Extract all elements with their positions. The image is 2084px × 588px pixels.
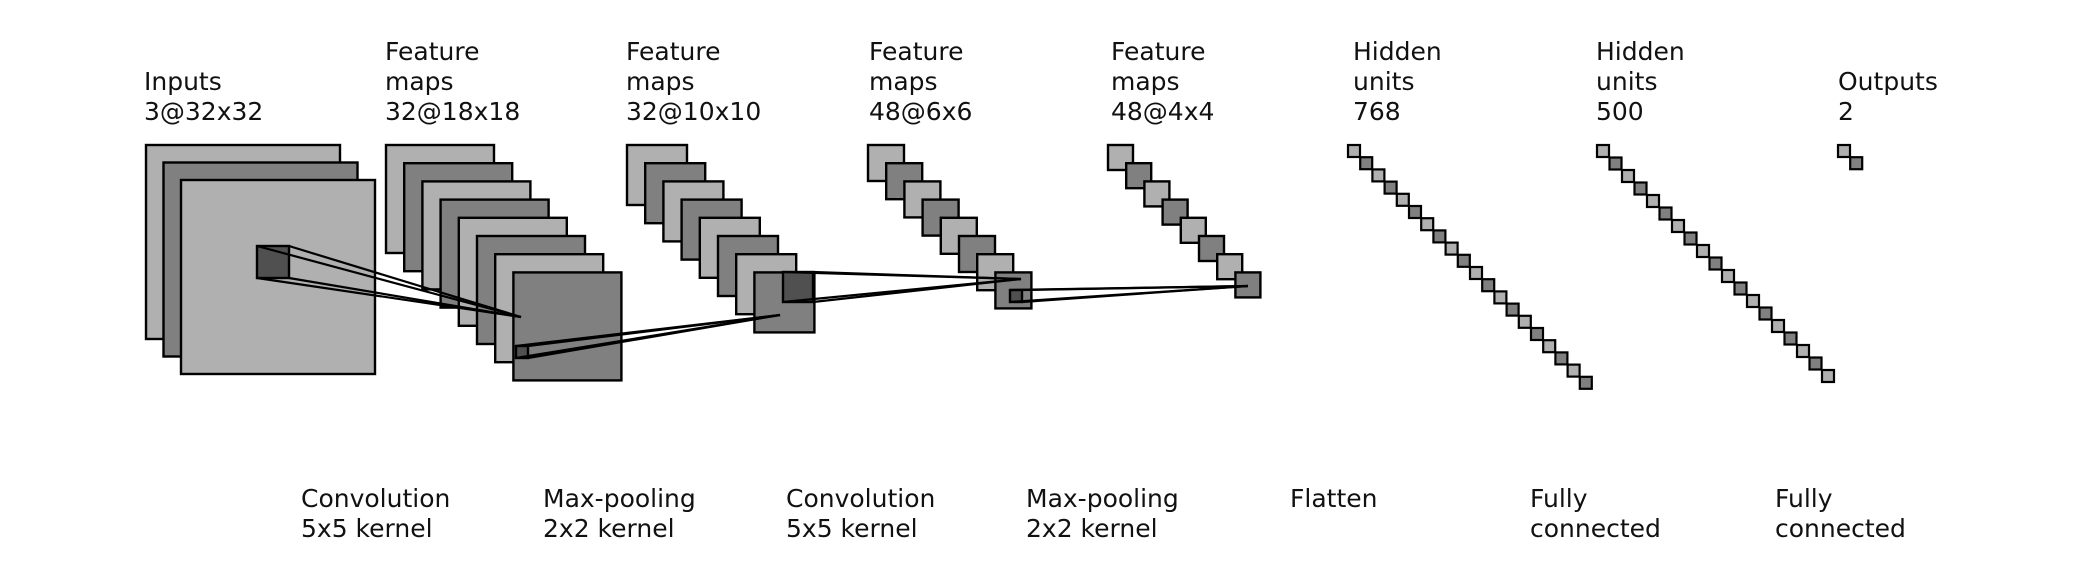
- unit: [1444, 241, 1459, 256]
- layer-label-line: Inputs: [144, 67, 222, 96]
- operation-label-line: connected: [1775, 514, 1906, 543]
- unit: [1633, 181, 1648, 196]
- layer-labels: Inputs3@32x32Featuremaps32@18x18Featurem…: [144, 37, 1938, 126]
- unit: [1481, 278, 1496, 293]
- unit: [1578, 375, 1593, 390]
- unit: [1683, 231, 1698, 246]
- unit: [1733, 281, 1748, 296]
- layer-label-line: Outputs: [1838, 67, 1938, 96]
- unit: [1529, 326, 1545, 342]
- operation-label-line: 2x2 kernel: [1026, 514, 1158, 543]
- unit: [1695, 243, 1711, 259]
- unit: [1468, 265, 1484, 281]
- unit: [1383, 180, 1398, 195]
- layer-label-line: 3@32x32: [144, 97, 263, 126]
- unit: [1505, 302, 1520, 317]
- unit: [1493, 290, 1508, 305]
- layer-feature-maps-2: [625, 143, 816, 334]
- unit: [1720, 268, 1736, 284]
- layer-label-line: units: [1353, 67, 1414, 96]
- unit: [1456, 253, 1471, 268]
- layer-label-line: 500: [1596, 97, 1644, 126]
- unit: [1820, 368, 1836, 384]
- unit: [1566, 363, 1581, 378]
- unit: [1770, 318, 1786, 334]
- operation-label-line: 5x5 kernel: [301, 514, 433, 543]
- layer-outputs: [1836, 143, 1864, 171]
- operation-label-line: 2x2 kernel: [543, 514, 675, 543]
- unit: [1745, 293, 1761, 309]
- unit: [1346, 143, 1362, 159]
- layer-label-line: Feature: [385, 37, 479, 66]
- unit: [1836, 143, 1852, 159]
- layer-feature-maps-3: [866, 143, 1033, 310]
- layer-label-line: Hidden: [1596, 37, 1685, 66]
- layer-label-line: Hidden: [1353, 37, 1442, 66]
- unit: [1645, 193, 1661, 209]
- operation-label-line: Convolution: [786, 484, 935, 513]
- operation-label-line: 5x5 kernel: [786, 514, 918, 543]
- unit: [1395, 192, 1410, 207]
- layer-label-line: maps: [626, 67, 695, 96]
- unit: [1420, 217, 1435, 232]
- operation-label-line: Max-pooling: [543, 484, 696, 513]
- unit: [1595, 143, 1611, 159]
- layer-label-line: 32@18x18: [385, 97, 520, 126]
- layer-label-line: Feature: [626, 37, 720, 66]
- operation-label-line: Flatten: [1290, 484, 1377, 513]
- operation-label-line: Convolution: [301, 484, 450, 513]
- kernel-patch: [1008, 288, 1024, 304]
- layer-hidden-units-1: [1346, 143, 1593, 390]
- layer-label-line: maps: [869, 67, 938, 96]
- feature-map: [512, 271, 623, 382]
- operation-label-line: Fully: [1530, 484, 1588, 513]
- unit: [1758, 306, 1773, 321]
- layer-label-line: units: [1596, 67, 1657, 96]
- unit: [1554, 351, 1569, 366]
- unit: [1708, 256, 1723, 271]
- unit: [1371, 168, 1386, 183]
- unit: [1542, 339, 1557, 354]
- layer-label-line: 2: [1838, 97, 1854, 126]
- feature-map: [1234, 271, 1262, 299]
- unit: [1517, 314, 1532, 329]
- layer-label-line: 768: [1353, 97, 1401, 126]
- layer-label-line: maps: [1111, 67, 1180, 96]
- unit: [1407, 204, 1423, 220]
- layer-label-line: Feature: [869, 37, 963, 66]
- operation-label-line: Fully: [1775, 484, 1833, 513]
- unit: [1808, 356, 1823, 371]
- layers: [144, 143, 1864, 390]
- unit: [1849, 156, 1864, 171]
- layer-label-line: 32@10x10: [626, 97, 761, 126]
- unit: [1670, 218, 1686, 234]
- unit: [1658, 206, 1673, 221]
- unit: [1608, 156, 1623, 171]
- layer-feature-maps-1: [384, 143, 623, 382]
- operation-labels: Convolution5x5 kernelMax-pooling2x2 kern…: [301, 484, 1906, 543]
- unit: [1359, 156, 1374, 171]
- kernel-max-pooling-2: [1008, 284, 1249, 304]
- layer-feature-maps-4: [1106, 143, 1262, 299]
- operation-label-line: Max-pooling: [1026, 484, 1179, 513]
- cnn-architecture-diagram: Inputs3@32x32Featuremaps32@18x18Featurem…: [144, 37, 1938, 543]
- operation-label-line: connected: [1530, 514, 1661, 543]
- unit: [1620, 168, 1636, 184]
- kernel-patch: [781, 270, 815, 304]
- unit: [1783, 331, 1798, 346]
- layer-label-line: maps: [385, 67, 454, 96]
- unit: [1432, 229, 1447, 244]
- layer-label-line: 48@6x6: [869, 97, 972, 126]
- layer-label-line: 48@4x4: [1111, 97, 1214, 126]
- layer-hidden-units-2: [1595, 143, 1836, 384]
- unit: [1795, 343, 1811, 359]
- layer-label-line: Feature: [1111, 37, 1205, 66]
